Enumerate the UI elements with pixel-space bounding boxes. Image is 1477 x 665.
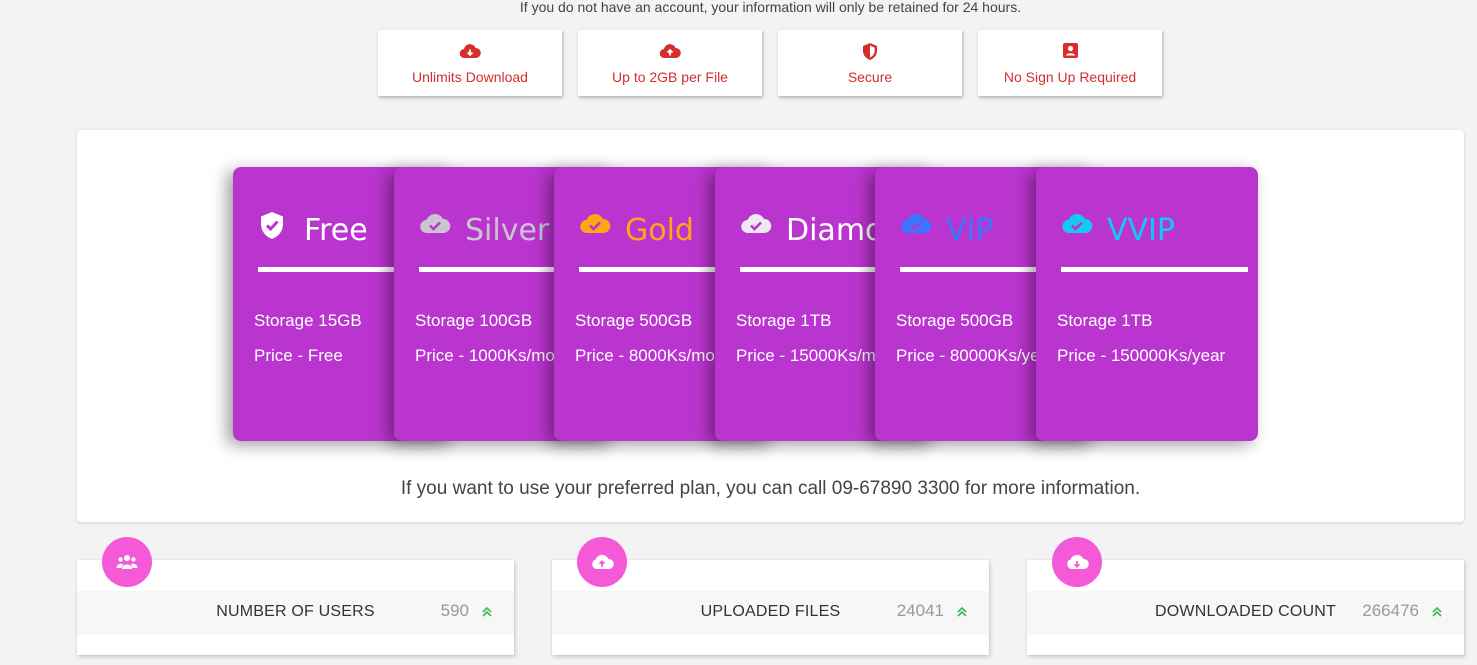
trend-up-icon — [1431, 605, 1443, 617]
plan-card-vvip[interactable]: VVIP Storage 1TB Price - 150000Ks/year — [1036, 167, 1258, 441]
plan-price: Price - 80000Ks/year — [896, 346, 1055, 365]
stat-card-downloaded: DOWNLOADED COUNT 266476 — [1027, 537, 1464, 655]
plan-name: Free — [304, 213, 368, 248]
plan-storage: Storage 1TB — [1057, 311, 1153, 330]
plan-storage: Storage 500GB — [896, 311, 1014, 330]
cloud-upload-icon — [577, 537, 627, 587]
stat-card-users: NUMBER OF USERS 590 — [77, 537, 514, 655]
pricing-panel: Free Storage 15GB Price - Free Silver St… — [77, 130, 1464, 522]
feature-file-size: Up to 2GB per File — [578, 30, 762, 96]
feature-label: Up to 2GB per File — [612, 69, 728, 85]
trend-up-icon — [481, 605, 493, 617]
feature-unlimited-download: Unlimits Download — [378, 30, 562, 96]
cloud-check-icon — [579, 211, 611, 243]
cloud-check-icon — [900, 211, 932, 243]
feature-no-signup: No Sign Up Required — [978, 30, 1162, 96]
stat-card-uploaded: UPLOADED FILES 24041 — [552, 537, 989, 655]
cloud-download-icon — [1052, 537, 1102, 587]
shield-check-icon — [258, 211, 290, 243]
plan-storage: Storage 15GB — [254, 311, 362, 330]
plan-divider — [1061, 267, 1248, 272]
plan-price: Price - 150000Ks/year — [1057, 346, 1226, 365]
plan-name: VVIP — [1107, 213, 1175, 248]
plan-header: VVIP — [1061, 211, 1258, 251]
feature-label: Unlimits Download — [412, 69, 528, 85]
cloud-download-icon — [378, 42, 562, 62]
account-retention-notice: If you do not have an account, your info… — [519, 0, 1022, 15]
trend-up-icon — [956, 605, 968, 617]
plan-price: Price - 8000Ks/month — [575, 346, 739, 365]
stat-value: 590 — [440, 601, 469, 620]
shield-icon — [778, 42, 962, 62]
feature-list: Unlimits Download Up to 2GB per File Sec… — [378, 30, 1178, 98]
plan-name: Gold — [625, 213, 694, 248]
cloud-check-icon — [419, 211, 451, 243]
plan-name: VIP — [946, 213, 994, 248]
plan-storage: Storage 500GB — [575, 311, 693, 330]
plan-storage: Storage 1TB — [736, 311, 832, 330]
feature-label: No Sign Up Required — [1003, 69, 1137, 85]
users-icon — [102, 537, 152, 587]
user-badge-icon — [978, 42, 1162, 62]
cloud-upload-icon — [578, 42, 762, 62]
stat-value: 266476 — [1362, 601, 1419, 620]
cloud-check-icon — [740, 211, 772, 243]
feature-secure: Secure — [778, 30, 962, 96]
plan-name: Silver — [465, 213, 550, 248]
stat-value: 24041 — [896, 601, 944, 620]
cloud-check-icon — [1061, 211, 1093, 243]
plan-price: Price - Free — [254, 346, 343, 365]
contact-note: If you want to use your preferred plan, … — [400, 478, 1141, 499]
plan-storage: Storage 100GB — [415, 311, 533, 330]
feature-label: Secure — [847, 69, 893, 85]
